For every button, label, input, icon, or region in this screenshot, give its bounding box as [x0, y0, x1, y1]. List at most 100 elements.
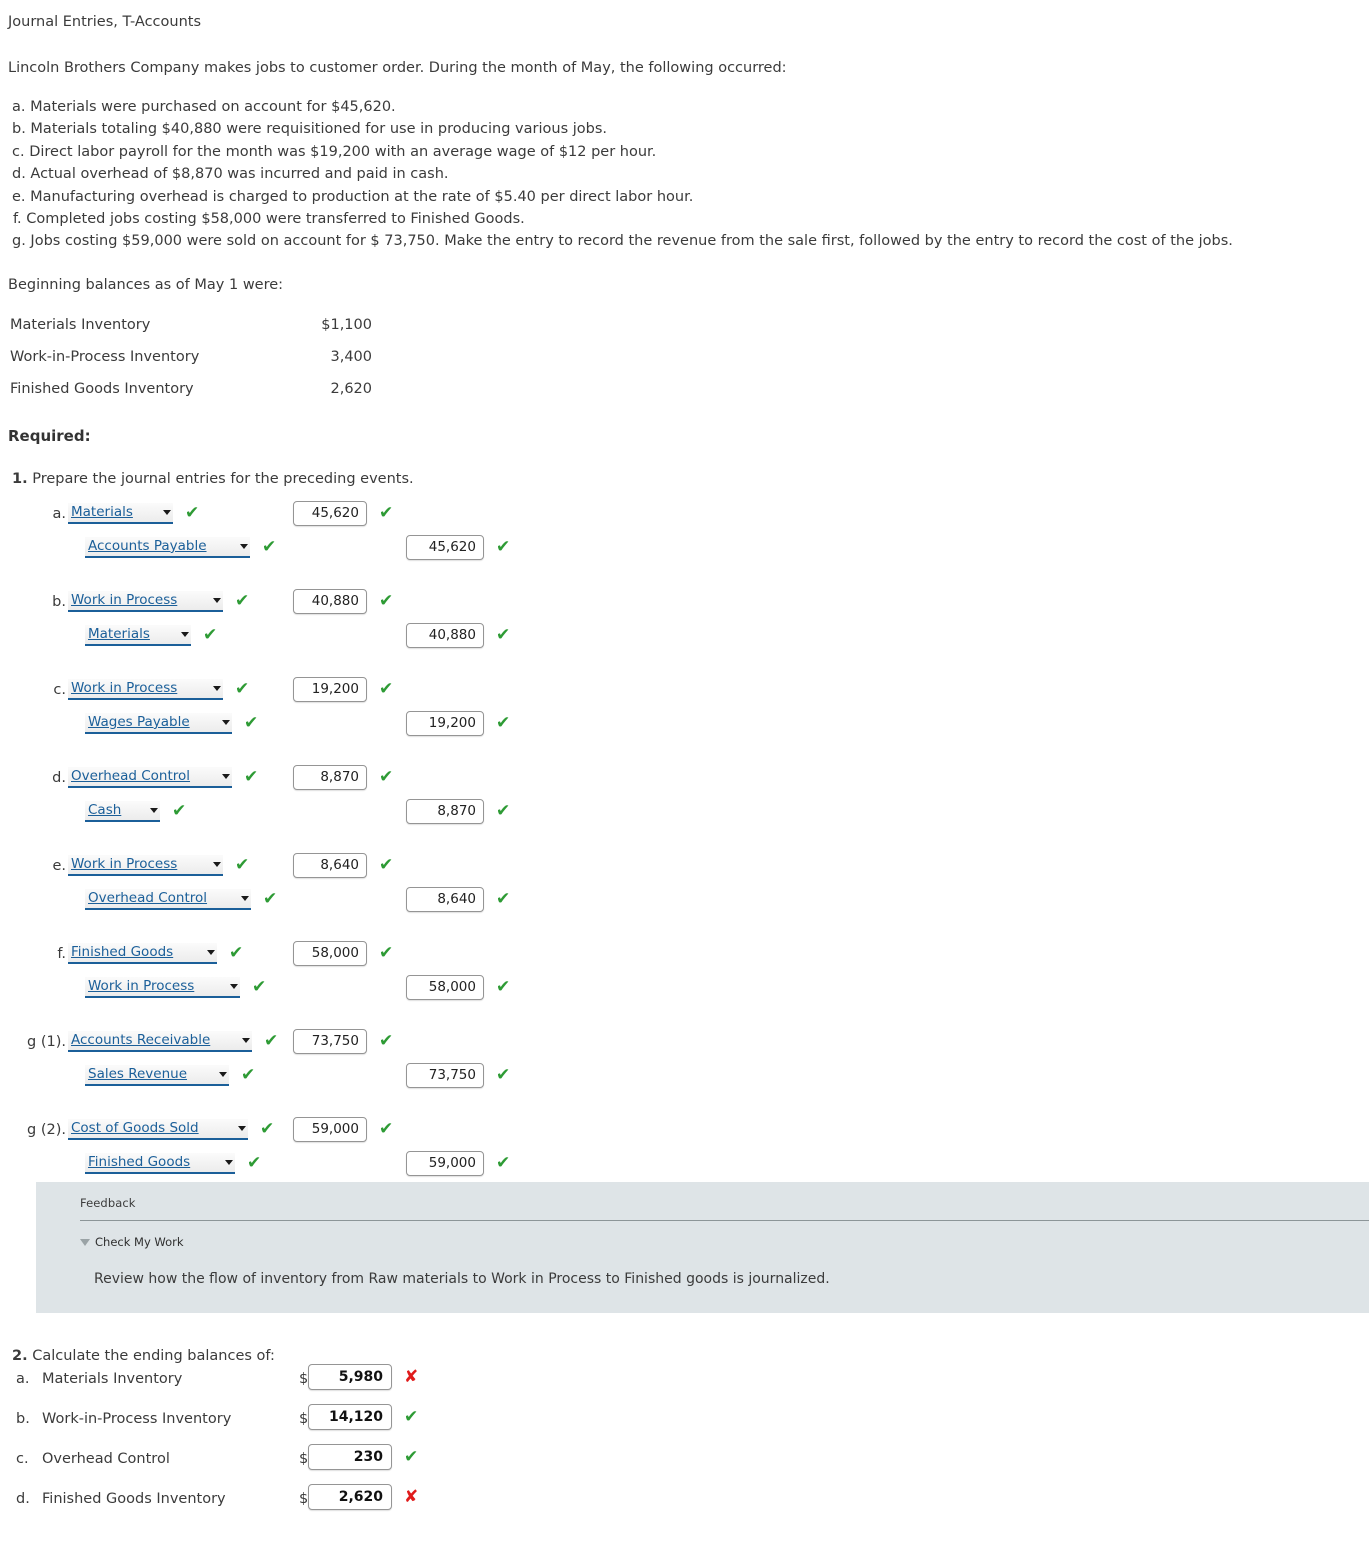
credit-account-value: Materials	[88, 625, 150, 642]
ending-balance-label: Finished Goods Inventory	[42, 1491, 226, 1507]
caret-down-icon	[222, 773, 230, 779]
debit-amount-input[interactable]: 40,880	[293, 588, 367, 614]
ending-balance-reference: c.	[16, 1451, 29, 1467]
debit-account-select[interactable]: Accounts Receivable	[68, 1030, 252, 1052]
debit-amount-input[interactable]: 73,750	[293, 1028, 367, 1054]
credit-account-status-icon: ✔	[203, 624, 218, 645]
ending-balance-input[interactable]: 230	[308, 1444, 392, 1470]
debit-account-select[interactable]: Work in Process	[68, 590, 223, 612]
journal-entry: f. Finished Goods ✔ 58,000 ✔ Work in Process ✔…	[0, 939, 1369, 1027]
debit-account-value: Materials	[71, 503, 133, 520]
balance-amount: 2,620	[330, 380, 372, 397]
credit-account-select[interactable]: Sales Revenue	[85, 1064, 229, 1086]
credit-account-select[interactable]: Wages Payable	[85, 712, 232, 734]
ending-balance-row: b. Work-in-Process Inventory $14,120 ✔	[0, 1404, 1369, 1444]
currency-symbol: $	[299, 1451, 309, 1467]
credit-amount-status-icon: ✔	[496, 1152, 511, 1173]
currency-symbol: $	[299, 1491, 309, 1507]
credit-account-select[interactable]: Cash	[85, 800, 160, 822]
credit-account-value: Wages Payable	[88, 713, 190, 730]
credit-account-value: Accounts Payable	[88, 537, 207, 554]
debit-account-select[interactable]: Overhead Control	[68, 766, 232, 788]
check-my-work-label: Check My Work	[95, 1235, 184, 1249]
credit-amount-input[interactable]: 8,640	[406, 886, 484, 912]
feedback-panel: Feedback Check My Work Review how the fl…	[36, 1182, 1369, 1313]
debit-account-select[interactable]: Work in Process	[68, 678, 223, 700]
credit-account-select[interactable]: Finished Goods	[85, 1152, 235, 1174]
credit-amount-input[interactable]: 45,620	[406, 534, 484, 560]
debit-account-select[interactable]: Cost of Goods Sold	[68, 1118, 248, 1140]
ending-balance-input[interactable]: 2,620	[308, 1484, 392, 1510]
intro-paragraph: Lincoln Brothers Company makes jobs to c…	[8, 60, 787, 76]
debit-account-status-icon: ✔	[235, 854, 250, 875]
debit-amount-input[interactable]: 59,000	[293, 1116, 367, 1142]
caret-down-icon	[238, 1125, 246, 1131]
caret-down-icon	[230, 983, 238, 989]
credit-amount-input[interactable]: 40,880	[406, 622, 484, 648]
journal-entry: g (1). Accounts Receivable ✔ 73,750 ✔ Sales R…	[0, 1027, 1369, 1115]
ending-balance-row: c. Overhead Control $230 ✔	[0, 1444, 1369, 1484]
credit-account-select[interactable]: Accounts Payable	[85, 536, 250, 558]
balance-label: Materials Inventory	[10, 316, 151, 333]
check-my-work-toggle[interactable]: Check My Work	[36, 1221, 1369, 1249]
ending-balance-reference: b.	[16, 1411, 30, 1427]
balance-amount: $1,100	[321, 316, 372, 333]
journal-credit-row: Cash ✔ 8,870 ✔	[0, 797, 1369, 837]
debit-amount-input[interactable]: 45,620	[293, 500, 367, 526]
debit-account-status-icon: ✔	[235, 678, 250, 699]
ending-balance-status-icon: ✘	[404, 1367, 419, 1387]
part1-heading: 1. Prepare the journal entries for the p…	[0, 445, 1369, 487]
fact-item: b. Materials totaling $40,880 were requi…	[12, 121, 607, 138]
debit-account-status-icon: ✔	[264, 1030, 279, 1051]
credit-amount-status-icon: ✔	[496, 976, 511, 997]
entry-reference: a.	[52, 505, 67, 522]
ending-balance-input[interactable]: 5,980	[308, 1364, 392, 1390]
fact-item: a. Materials were purchased on account f…	[12, 99, 396, 115]
debit-account-status-icon: ✔	[235, 590, 250, 611]
debit-amount-status-icon: ✔	[379, 590, 394, 611]
table-row: Materials Inventory $1,100	[10, 309, 372, 341]
debit-account-select[interactable]: Finished Goods	[68, 942, 217, 964]
debit-account-value: Work in Process	[71, 591, 178, 608]
credit-amount-status-icon: ✔	[496, 800, 511, 821]
feedback-title: Feedback	[80, 1196, 136, 1210]
credit-account-status-icon: ✔	[263, 888, 278, 909]
credit-amount-input[interactable]: 58,000	[406, 974, 484, 1000]
credit-account-select[interactable]: Overhead Control	[85, 888, 251, 910]
currency-symbol: $	[299, 1371, 309, 1387]
credit-account-select[interactable]: Work in Process	[85, 976, 240, 998]
credit-amount-input[interactable]: 19,200	[406, 710, 484, 736]
required-heading: Required:	[8, 426, 91, 445]
caret-down-icon	[241, 895, 249, 901]
ending-balance-input[interactable]: 14,120	[308, 1404, 392, 1430]
entry-reference: d.	[52, 769, 66, 786]
credit-amount-input[interactable]: 8,870	[406, 798, 484, 824]
debit-amount-input[interactable]: 58,000	[293, 940, 367, 966]
debit-amount-input[interactable]: 8,870	[293, 764, 367, 790]
credit-amount-input[interactable]: 59,000	[406, 1150, 484, 1176]
debit-account-select[interactable]: Work in Process	[68, 854, 223, 876]
credit-account-status-icon: ✔	[244, 712, 259, 733]
journal-credit-row: Work in Process ✔ 58,000 ✔	[0, 973, 1369, 1013]
debit-account-value: Cost of Goods Sold	[71, 1119, 199, 1136]
ending-balance-row: a. Materials Inventory $5,980 ✘	[0, 1364, 1369, 1404]
debit-amount-input[interactable]: 8,640	[293, 852, 367, 878]
debit-account-status-icon: ✔	[229, 942, 244, 963]
debit-amount-input[interactable]: 19,200	[293, 676, 367, 702]
credit-account-select[interactable]: Materials	[85, 624, 191, 646]
table-row: Work-in-Process Inventory 3,400	[10, 341, 372, 373]
journal-entry: e. Work in Process ✔ 8,640 ✔ Overhead Control…	[0, 851, 1369, 939]
part1-number: 1.	[12, 470, 28, 487]
journal-credit-row: Materials ✔ 40,880 ✔	[0, 621, 1369, 661]
debit-amount-status-icon: ✔	[379, 1030, 394, 1051]
credit-account-value: Overhead Control	[88, 889, 208, 906]
debit-account-value: Work in Process	[71, 679, 178, 696]
credit-amount-input[interactable]: 73,750	[406, 1062, 484, 1088]
caret-down-icon	[213, 597, 221, 603]
debit-account-select[interactable]: Materials	[68, 502, 173, 524]
journal-entry: c. Work in Process ✔ 19,200 ✔ Wages Payable ✔ 1…	[0, 675, 1369, 763]
caret-down-icon	[207, 949, 215, 955]
ending-balance-status-icon: ✘	[404, 1487, 419, 1507]
fact-item: d. Actual overhead of $8,870 was incurre…	[12, 166, 449, 183]
part2-number: 2.	[12, 1348, 28, 1364]
